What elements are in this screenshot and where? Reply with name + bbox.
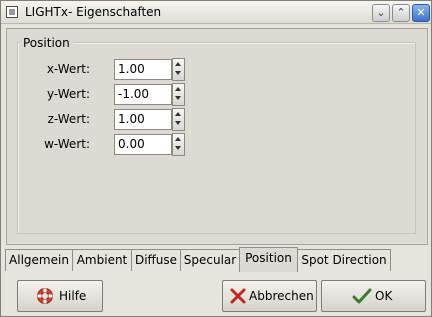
- x-spin-buttons[interactable]: [172, 58, 185, 81]
- spin-down-icon[interactable]: [175, 96, 181, 100]
- title-bar[interactable]: LIGHTx- Eigenschaften ⌄ ⌃ ✕: [1, 1, 431, 24]
- x-value-input[interactable]: 1.00: [114, 59, 172, 80]
- z-value: 1.00: [118, 112, 145, 126]
- tab-panel-position: Position x-Wert: 1.00 y-Wert: -1.00 z-We…: [6, 28, 428, 245]
- cancel-label: Abbrechen: [249, 289, 314, 303]
- tab-specular[interactable]: Specular: [180, 249, 240, 271]
- tab-allgemein[interactable]: Allgemein: [5, 249, 73, 271]
- y-label: y-Wert:: [47, 87, 90, 101]
- ok-label: OK: [375, 289, 393, 303]
- lifebuoy-icon: [37, 288, 53, 304]
- spin-up-icon[interactable]: [175, 112, 181, 116]
- ok-button[interactable]: OK: [321, 280, 426, 312]
- tab-diffuse[interactable]: Diffuse: [131, 249, 181, 271]
- spin-up-icon[interactable]: [175, 87, 181, 91]
- close-button[interactable]: ✕: [412, 4, 430, 22]
- tab-spot-direction[interactable]: Spot Direction: [297, 249, 391, 271]
- spin-up-icon[interactable]: [175, 137, 181, 141]
- z-label: z-Wert:: [47, 112, 90, 126]
- x-value: 1.00: [118, 62, 145, 76]
- z-value-input[interactable]: 1.00: [114, 109, 172, 130]
- frame-title: Position: [20, 36, 73, 50]
- w-value: 0.00: [118, 137, 145, 151]
- x-label: x-Wert:: [46, 62, 90, 76]
- y-spin-buttons[interactable]: [172, 83, 185, 106]
- y-value: -1.00: [118, 87, 150, 101]
- maximize-button[interactable]: ⌃: [392, 4, 410, 22]
- spin-down-icon[interactable]: [175, 121, 181, 125]
- spin-down-icon[interactable]: [175, 71, 181, 75]
- help-label: Hilfe: [59, 289, 87, 303]
- z-spin-buttons[interactable]: [172, 108, 185, 131]
- tab-ambient[interactable]: Ambient: [72, 249, 132, 271]
- w-spin-buttons[interactable]: [172, 133, 185, 156]
- spin-down-icon[interactable]: [175, 146, 181, 150]
- w-value-input[interactable]: 0.00: [114, 134, 172, 155]
- spin-up-icon[interactable]: [175, 62, 181, 66]
- window-title: LIGHTx- Eigenschaften: [25, 5, 162, 19]
- cross-icon: [230, 288, 246, 304]
- window-menu-icon[interactable]: [6, 6, 18, 18]
- minimize-button[interactable]: ⌄: [372, 4, 390, 22]
- cancel-button[interactable]: Abbrechen: [222, 280, 317, 312]
- dialog-window: LIGHTx- Eigenschaften ⌄ ⌃ ✕ Position x-W…: [0, 0, 432, 317]
- tab-position[interactable]: Position: [239, 247, 298, 272]
- help-button[interactable]: Hilfe: [17, 280, 103, 312]
- y-value-input[interactable]: -1.00: [114, 84, 172, 105]
- checkmark-icon: [352, 288, 372, 304]
- w-label: w-Wert:: [44, 137, 90, 151]
